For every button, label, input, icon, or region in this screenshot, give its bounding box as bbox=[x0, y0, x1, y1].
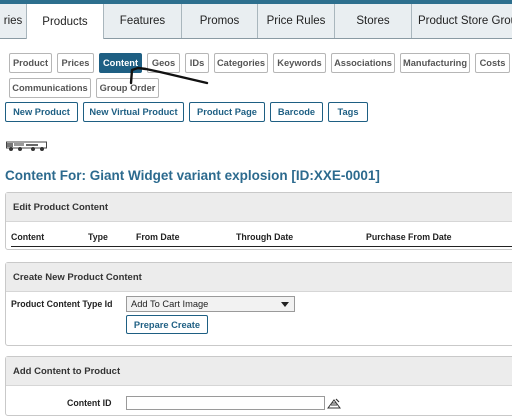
add-content-to-product-panel: Add Content to Product Content ID bbox=[5, 356, 512, 416]
product-content-type-select[interactable]: Add To Cart Image bbox=[126, 296, 295, 312]
product-page-button[interactable]: Product Page bbox=[189, 102, 265, 122]
panel-title: Create New Product Content bbox=[6, 263, 512, 292]
prepare-create-button[interactable]: Prepare Create bbox=[126, 315, 208, 334]
column-header-purchase-from-date: Purchase From Date bbox=[366, 232, 452, 242]
select-value: Add To Cart Image bbox=[131, 299, 209, 309]
content-id-label: Content ID bbox=[67, 398, 112, 408]
button-label: Barcode bbox=[277, 107, 316, 117]
button-label: New Virtual Product bbox=[89, 107, 178, 117]
column-header-type: Type bbox=[88, 232, 108, 242]
button-label: New Product bbox=[13, 107, 70, 117]
product-content-type-label: Product Content Type Id bbox=[11, 299, 113, 309]
column-header-content: Content bbox=[11, 232, 45, 242]
lookup-icon[interactable] bbox=[327, 397, 341, 409]
button-label: Prepare Create bbox=[133, 319, 201, 330]
button-label: Product Page bbox=[197, 107, 257, 117]
create-product-content-panel: Create New Product Content Product Conte… bbox=[5, 262, 512, 346]
panel-title: Add Content to Product bbox=[6, 357, 512, 386]
page-title: Content For: Giant Widget variant explos… bbox=[5, 168, 380, 183]
new-product-button[interactable]: New Product bbox=[5, 102, 78, 122]
product-thumbnail-image bbox=[6, 141, 47, 151]
table-header-divider bbox=[11, 246, 512, 247]
edit-product-content-panel: Edit Product Content Content Type From D… bbox=[5, 192, 512, 250]
column-header-through-date: Through Date bbox=[236, 232, 294, 242]
tags-button[interactable]: Tags bbox=[328, 102, 368, 122]
panel-title: Edit Product Content bbox=[6, 193, 512, 222]
new-virtual-product-button[interactable]: New Virtual Product bbox=[83, 102, 184, 122]
button-label: Tags bbox=[337, 107, 359, 117]
content-id-input[interactable] bbox=[126, 396, 325, 410]
barcode-button[interactable]: Barcode bbox=[270, 102, 323, 122]
column-header-from-date: From Date bbox=[136, 232, 180, 242]
chevron-down-icon bbox=[281, 302, 289, 307]
